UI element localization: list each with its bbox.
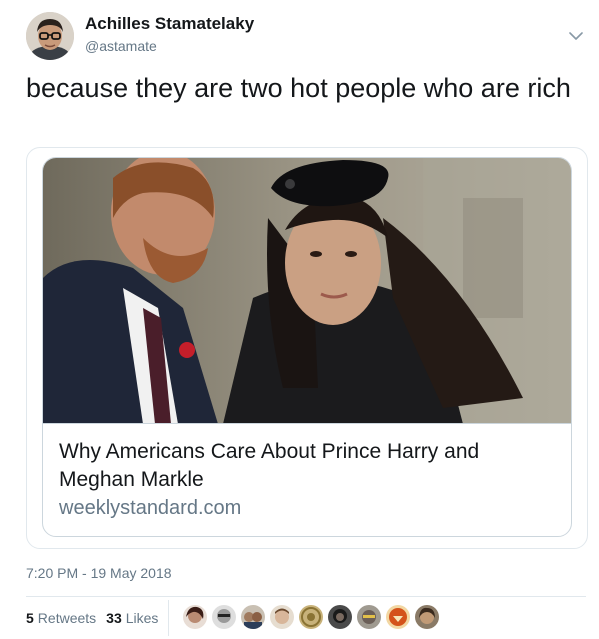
stats-divider — [168, 600, 169, 636]
chevron-down-icon[interactable] — [566, 26, 586, 46]
liker-avatar-8-icon[interactable] — [386, 605, 410, 629]
tweet: Achilles Stamatelaky @astamate because t… — [0, 0, 599, 639]
liker-avatar-1-icon[interactable] — [183, 605, 207, 629]
liker-avatar-7-icon[interactable] — [357, 605, 381, 629]
likes-count: 33 — [106, 610, 122, 626]
retweets-label: Retweets — [37, 610, 97, 626]
author-display-name[interactable]: Achilles Stamatelaky — [85, 14, 254, 34]
card-title[interactable]: Why Americans Care About Prince Harry an… — [59, 438, 559, 494]
liker-avatar-6-icon[interactable] — [328, 605, 352, 629]
divider — [26, 596, 586, 597]
liker-avatar-3-icon[interactable] — [241, 605, 265, 629]
tweet-stats: 5 Retweets 33 Likes — [26, 609, 168, 627]
profile-avatar[interactable] — [26, 12, 74, 60]
liker-avatars — [183, 605, 439, 629]
liker-avatar-5-icon[interactable] — [299, 605, 323, 629]
link-card[interactable]: Why Americans Care About Prince Harry an… — [42, 157, 572, 537]
article-photo[interactable] — [43, 158, 571, 424]
liker-avatar-9-icon[interactable] — [415, 605, 439, 629]
liker-avatar-2-icon[interactable] — [212, 605, 236, 629]
liker-avatar-4-icon[interactable] — [270, 605, 294, 629]
tweet-text: because they are two hot people who are … — [26, 73, 571, 103]
retweets-count: 5 — [26, 610, 34, 626]
likes-stat[interactable]: 33 Likes — [106, 610, 168, 626]
card-domain[interactable]: weeklystandard.com — [59, 494, 559, 522]
author-handle[interactable]: @astamate — [85, 38, 157, 54]
tweet-timestamp[interactable]: 7:20 PM - 19 May 2018 — [26, 565, 172, 581]
retweets-stat[interactable]: 5 Retweets — [26, 610, 106, 626]
likes-label: Likes — [125, 610, 159, 626]
